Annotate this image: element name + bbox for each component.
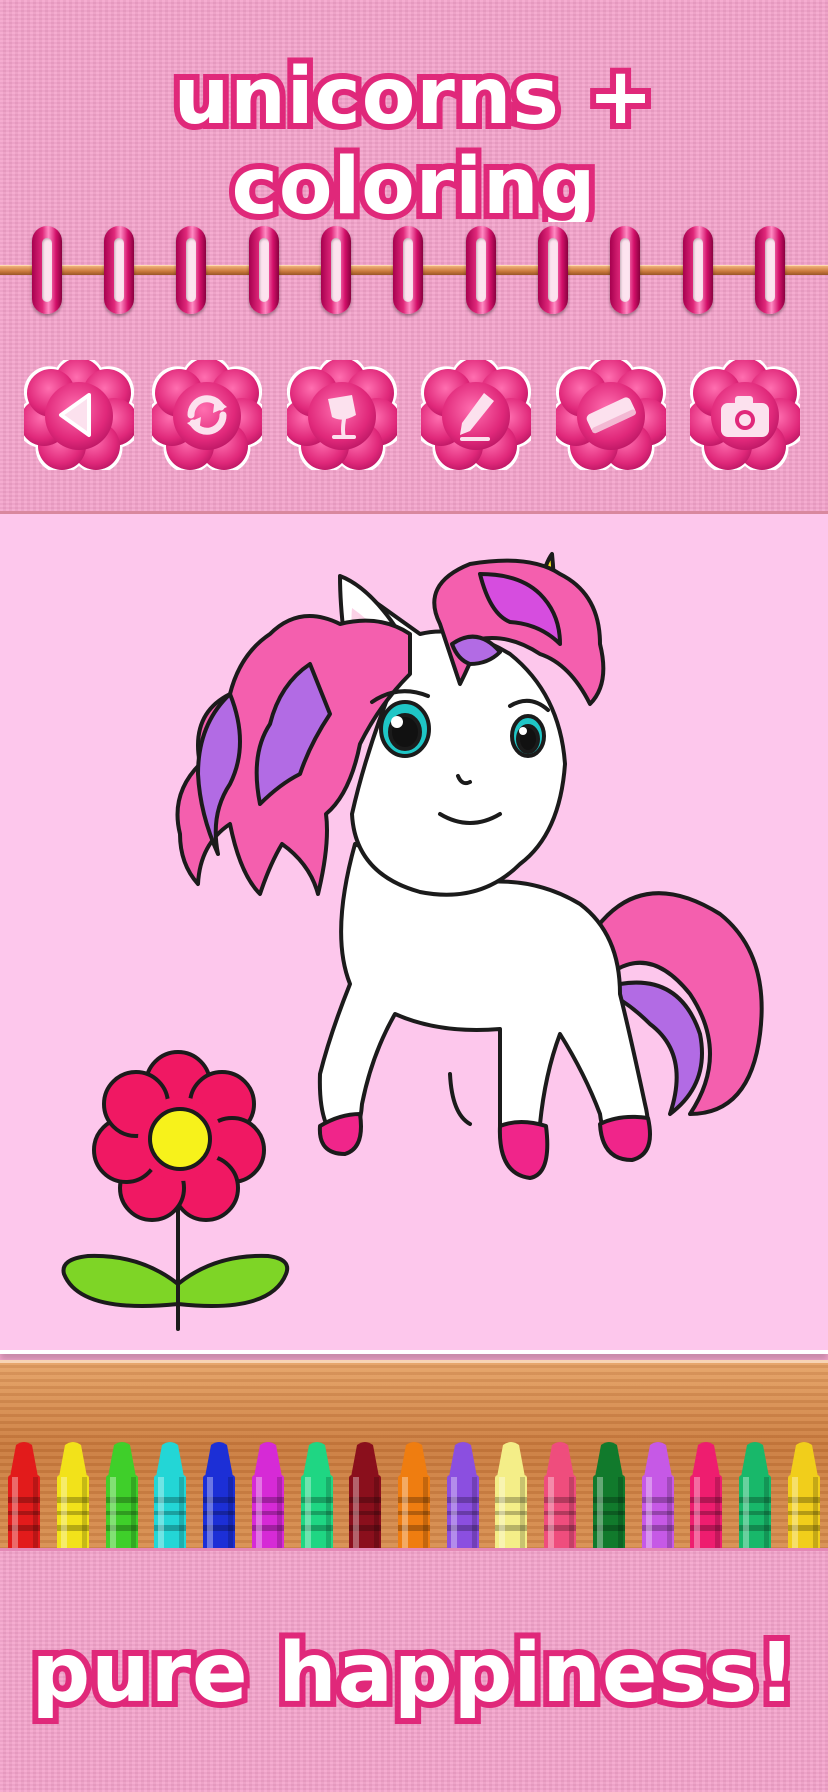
crayon[interactable] xyxy=(4,1441,44,1555)
binding-ring xyxy=(176,226,206,314)
binding-ring xyxy=(393,226,423,314)
spiral-binding xyxy=(0,222,828,318)
crayon[interactable] xyxy=(53,1441,93,1555)
crayon[interactable] xyxy=(686,1441,726,1555)
refresh-icon xyxy=(187,395,227,435)
binding-ring xyxy=(104,226,134,314)
bottom-banner: pure happiness! xyxy=(0,1548,828,1792)
crayon[interactable] xyxy=(102,1441,142,1555)
crayon[interactable] xyxy=(491,1441,531,1555)
crayon[interactable] xyxy=(443,1441,483,1555)
crayon[interactable] xyxy=(394,1441,434,1555)
back-arrow-icon xyxy=(59,393,91,437)
crayon[interactable] xyxy=(540,1441,580,1555)
fill-button[interactable] xyxy=(287,360,397,470)
binding-ring xyxy=(755,226,785,314)
back-button[interactable] xyxy=(24,360,134,470)
crayon[interactable] xyxy=(638,1441,678,1555)
camera-icon xyxy=(721,396,769,437)
eraser-icon xyxy=(586,397,636,434)
crayon[interactable] xyxy=(248,1441,288,1555)
binding-ring xyxy=(466,226,496,314)
binding-ring xyxy=(249,226,279,314)
eraser-button[interactable] xyxy=(556,360,666,470)
tagline-text: pure happiness! xyxy=(26,1620,802,1727)
coloring-canvas[interactable] xyxy=(0,514,828,1354)
binding-ring xyxy=(610,226,640,314)
binding-ring xyxy=(538,226,568,314)
crayon-tray xyxy=(0,1360,828,1555)
unicorn-drawing[interactable] xyxy=(0,514,828,1354)
binding-ring xyxy=(32,226,62,314)
crayon[interactable] xyxy=(297,1441,337,1555)
crayon[interactable] xyxy=(199,1441,239,1555)
unicorn-body xyxy=(317,842,652,1180)
crayon[interactable] xyxy=(589,1441,629,1555)
crayon[interactable] xyxy=(150,1441,190,1555)
top-banner: unicorns + coloring xyxy=(0,0,828,238)
reset-button[interactable] xyxy=(152,360,262,470)
crayon[interactable] xyxy=(735,1441,775,1555)
flower-drawing xyxy=(61,1050,290,1331)
binding-ring xyxy=(321,226,351,314)
toolbar xyxy=(0,318,828,514)
pencil-icon xyxy=(460,393,494,441)
pencil-button[interactable] xyxy=(421,360,531,470)
crayon[interactable] xyxy=(784,1441,824,1555)
crayon[interactable] xyxy=(345,1441,385,1555)
title-text: unicorns + coloring xyxy=(168,46,660,238)
camera-button[interactable] xyxy=(690,360,800,470)
binding-ring xyxy=(683,226,713,314)
paint-bucket-icon xyxy=(328,395,356,439)
